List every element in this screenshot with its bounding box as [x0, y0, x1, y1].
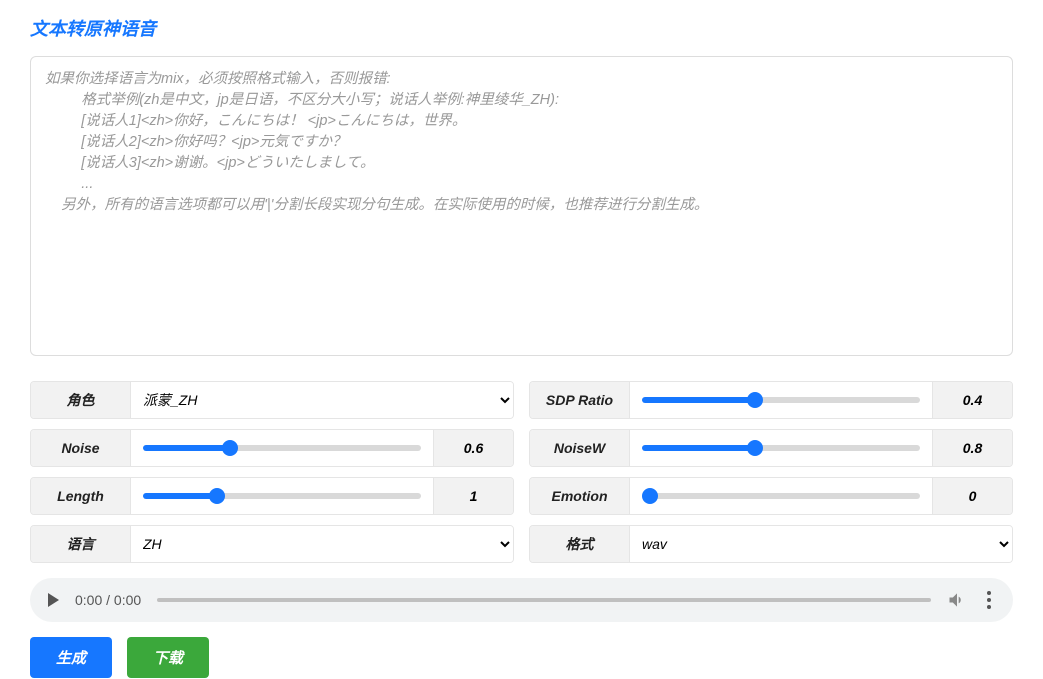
audio-progress[interactable] — [157, 598, 931, 602]
noise-control: Noise 0.6 — [30, 429, 514, 467]
language-select[interactable]: ZH — [131, 526, 513, 562]
noise-label: Noise — [31, 430, 131, 466]
download-button[interactable]: 下载 — [127, 637, 209, 678]
format-select[interactable]: wav — [630, 526, 1012, 562]
text-input[interactable] — [30, 56, 1013, 356]
length-control: Length 1 — [30, 477, 514, 515]
sdp-slider[interactable] — [642, 397, 920, 403]
length-slider[interactable] — [143, 493, 421, 499]
play-icon[interactable] — [48, 593, 59, 607]
language-label: 语言 — [31, 526, 131, 562]
length-value: 1 — [433, 478, 513, 514]
audio-player: 0:00 / 0:00 — [30, 578, 1013, 622]
emotion-label: Emotion — [530, 478, 630, 514]
noisew-control: NoiseW 0.8 — [529, 429, 1013, 467]
volume-icon[interactable] — [947, 590, 967, 610]
more-icon[interactable] — [983, 587, 995, 613]
noise-value: 0.6 — [433, 430, 513, 466]
format-control: 格式 wav — [529, 525, 1013, 563]
emotion-slider[interactable] — [642, 493, 920, 499]
noisew-label: NoiseW — [530, 430, 630, 466]
sdp-control: SDP Ratio 0.4 — [529, 381, 1013, 419]
page-title: 文本转原神语音 — [0, 0, 1043, 56]
emotion-control: Emotion 0 — [529, 477, 1013, 515]
role-label: 角色 — [31, 382, 131, 418]
noisew-value: 0.8 — [932, 430, 1012, 466]
sdp-value: 0.4 — [932, 382, 1012, 418]
generate-button[interactable]: 生成 — [30, 637, 112, 678]
noise-slider[interactable] — [143, 445, 421, 451]
role-select[interactable]: 派蒙_ZH — [131, 382, 513, 418]
audio-time: 0:00 / 0:00 — [75, 592, 141, 608]
noisew-slider[interactable] — [642, 445, 920, 451]
sdp-label: SDP Ratio — [530, 382, 630, 418]
emotion-value: 0 — [932, 478, 1012, 514]
format-label: 格式 — [530, 526, 630, 562]
length-label: Length — [31, 478, 131, 514]
language-control: 语言 ZH — [30, 525, 514, 563]
role-control: 角色 派蒙_ZH — [30, 381, 514, 419]
